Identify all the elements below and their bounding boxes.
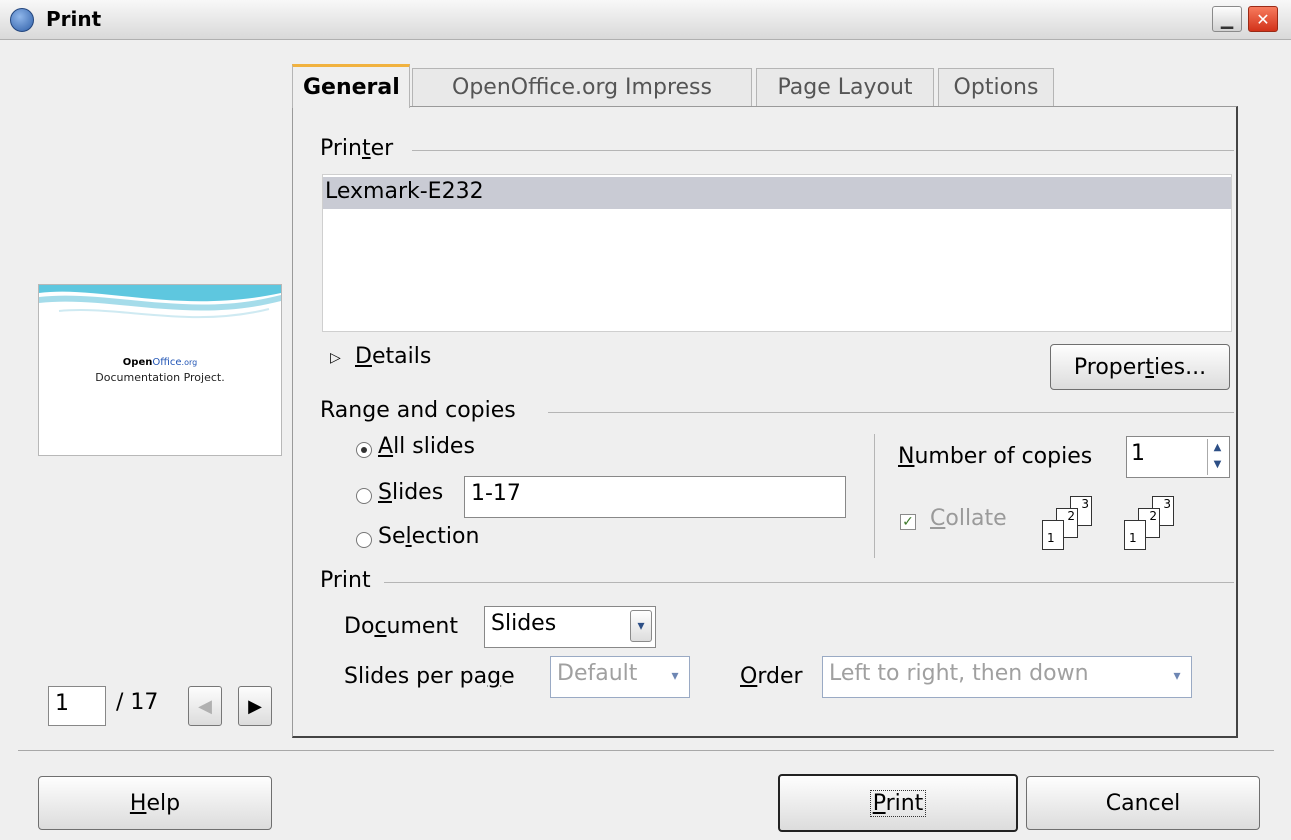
chevron-down-icon[interactable]: ▾: [630, 610, 652, 642]
chevron-down-icon[interactable]: ▾: [1166, 660, 1188, 692]
selection-label[interactable]: Selection: [378, 524, 479, 549]
slides-per-page-label: Slides per page: [344, 664, 515, 689]
expand-triangle-icon[interactable]: ▷: [330, 350, 341, 366]
range-divider: [548, 412, 1234, 413]
range-section-label: Range and copies: [320, 398, 516, 423]
slides-radio[interactable]: [356, 488, 372, 504]
collate-label[interactable]: Collate: [930, 506, 1007, 531]
slides-range-input[interactable]: 1-17: [464, 476, 846, 518]
document-select-value: Slides: [491, 611, 557, 636]
page-total: / 17: [116, 690, 159, 715]
preview-logo: OpenOffice.org: [122, 357, 198, 368]
copies-value: 1: [1131, 441, 1145, 466]
close-icon: ✕: [1256, 9, 1270, 29]
order-label: Order: [740, 664, 803, 689]
printer-list[interactable]: Lexmark-E232: [322, 174, 1232, 332]
minimize-button[interactable]: ▁: [1212, 6, 1242, 32]
collate-checkbox[interactable]: ✓: [900, 514, 916, 530]
copies-label: Number of copies: [898, 444, 1093, 469]
app-icon: [10, 8, 34, 32]
printer-item-selected[interactable]: Lexmark-E232: [323, 177, 1231, 209]
page-number-input[interactable]: 1: [48, 686, 106, 726]
slides-per-page-select[interactable]: Default ▾: [550, 656, 690, 698]
collate-pages-icon: 3 2 1: [1042, 496, 1098, 556]
cancel-button[interactable]: Cancel: [1026, 776, 1260, 830]
printer-divider: [412, 150, 1234, 151]
next-page-button[interactable]: ▶: [238, 686, 272, 726]
preview-subtitle: Documentation Project.: [95, 371, 225, 384]
details-expander[interactable]: Details: [355, 344, 431, 369]
print-divider: [384, 582, 1234, 583]
collate-pages-icon: 3 2 1: [1124, 496, 1180, 556]
tab-general[interactable]: General: [292, 64, 410, 108]
document-label: Document: [344, 614, 458, 639]
selection-radio[interactable]: [356, 532, 372, 548]
slides-label[interactable]: Slides: [378, 480, 443, 505]
slide-preview: OpenOffice.org Documentation Project.: [38, 284, 282, 456]
all-slides-radio[interactable]: [356, 442, 372, 458]
print-button[interactable]: Print: [778, 774, 1018, 832]
bottom-divider: [18, 750, 1274, 751]
close-button[interactable]: ✕: [1248, 6, 1278, 32]
previous-page-button[interactable]: ◀: [188, 686, 222, 726]
order-select[interactable]: Left to right, then down ▾: [822, 656, 1192, 698]
triangle-right-icon: ▶: [248, 695, 262, 717]
printer-section-label: Printer: [320, 136, 394, 161]
minimize-icon: ▁: [1220, 9, 1234, 29]
document-select[interactable]: Slides ▾: [484, 606, 656, 648]
title-bar: [0, 0, 1291, 40]
all-slides-label[interactable]: All slides: [378, 434, 475, 459]
window-title: Print: [46, 7, 102, 31]
tab-page-layout[interactable]: Page Layout: [756, 68, 934, 106]
help-button[interactable]: Help: [38, 776, 272, 830]
properties-button[interactable]: Proper t ies...: [1050, 344, 1230, 390]
spin-arrows-icon[interactable]: ▲ ▼: [1207, 439, 1227, 475]
chevron-down-icon[interactable]: ▾: [664, 660, 686, 692]
order-select-value: Left to right, then down: [829, 661, 1089, 686]
slides-per-page-value: Default: [557, 661, 638, 686]
tab-options[interactable]: Options: [938, 68, 1054, 106]
triangle-left-icon: ◀: [198, 695, 212, 717]
tab-impress[interactable]: OpenOffice.org Impress: [412, 68, 752, 106]
copies-divider: [874, 434, 875, 558]
preview-wave-graphic: [39, 285, 281, 319]
print-section-label: Print: [320, 568, 371, 593]
copies-spinner[interactable]: 1 ▲ ▼: [1126, 436, 1230, 478]
